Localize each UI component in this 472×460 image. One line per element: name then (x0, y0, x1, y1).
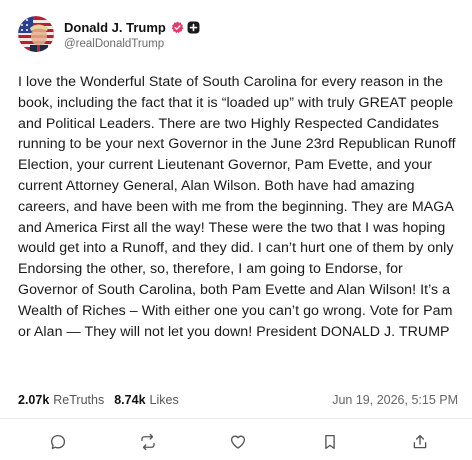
action-bar (0, 418, 472, 460)
likes-stat[interactable]: 8.74k Likes (114, 393, 178, 407)
retruth-icon (141, 433, 155, 451)
reply-icon (50, 434, 66, 450)
share-button[interactable] (406, 431, 434, 453)
bookmark-button[interactable] (316, 431, 344, 453)
post-header: Donald J. Trump @realDonaldTrump (18, 16, 200, 52)
reply-button[interactable] (44, 431, 72, 453)
share-icon (413, 434, 427, 449)
post-body: I love the Wonderful State of South Caro… (18, 74, 456, 340)
bookmark-icon (325, 434, 335, 450)
display-name[interactable]: Donald J. Trump (64, 20, 166, 35)
post-card: Donald J. Trump @realDonaldTrump I love … (0, 0, 472, 460)
heart-icon (230, 435, 246, 449)
likes-count: 8.74k (114, 393, 146, 407)
retruths-label: ReTruths (53, 393, 105, 407)
post-stats: 2.07k ReTruths 8.74k Likes Jun 19, 2026,… (18, 393, 458, 407)
like-button[interactable] (224, 431, 252, 453)
author-names: Donald J. Trump @realDonaldTrump (64, 18, 200, 50)
retruth-button[interactable] (134, 431, 162, 453)
avatar-image (18, 16, 54, 52)
retruths-stat[interactable]: 2.07k ReTruths (18, 393, 104, 407)
post-timestamp[interactable]: Jun 19, 2026, 5:15 PM (332, 393, 458, 407)
avatar[interactable] (18, 16, 54, 52)
handle[interactable]: @realDonaldTrump (64, 38, 200, 50)
name-row: Donald J. Trump (64, 18, 200, 36)
retruths-count: 2.07k (18, 393, 50, 407)
likes-label: Likes (149, 393, 179, 407)
plus-badge-icon (187, 21, 200, 34)
verified-badge-icon (171, 21, 184, 34)
